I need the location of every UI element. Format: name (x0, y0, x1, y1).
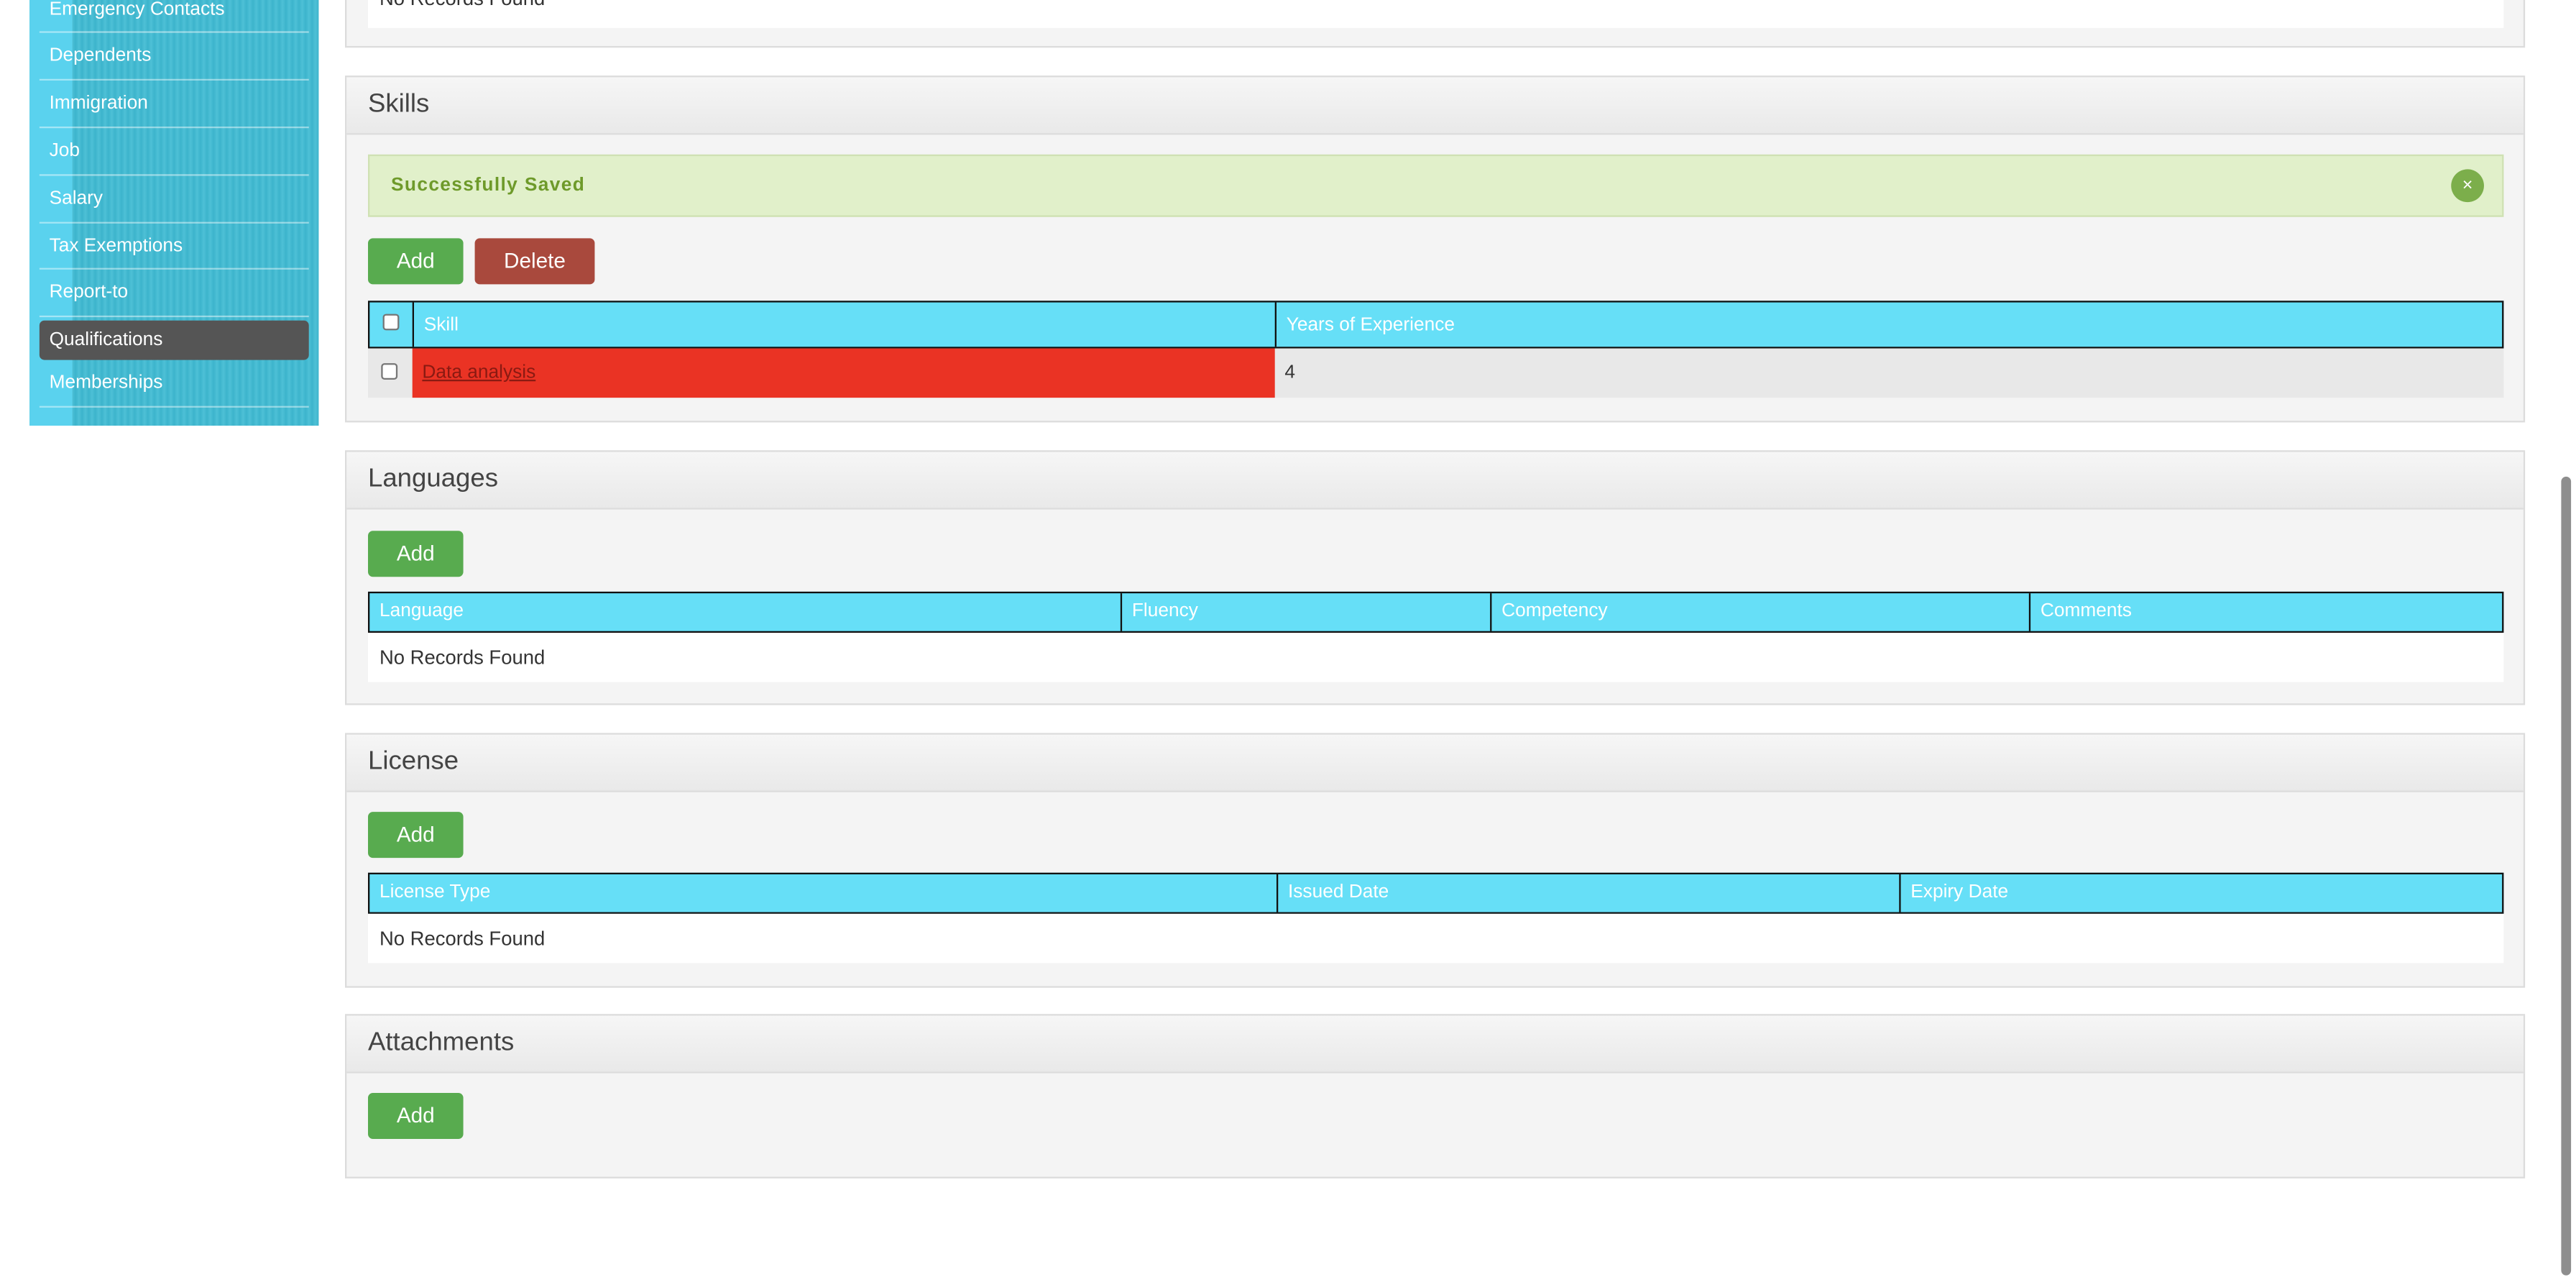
sidebar-item-emergency-contacts[interactable]: Emergency Contacts (39, 0, 309, 33)
attachments-title: Attachments (346, 1015, 2524, 1074)
skills-delete-button[interactable]: Delete (474, 238, 595, 285)
row-checkbox[interactable] (381, 363, 398, 380)
no-records-text: No Records Found (367, 0, 2504, 28)
col-years-of-experience[interactable]: Years of Experience (1276, 303, 2502, 347)
col-fluency[interactable]: Fluency (1122, 593, 1492, 631)
skills-add-button[interactable]: Add (367, 238, 464, 285)
table-row: Data analysis 4 (367, 348, 2504, 398)
success-message: Successfully Saved × (367, 154, 2504, 217)
col-license-type[interactable]: License Type (369, 874, 1279, 912)
select-all-checkbox[interactable] (382, 313, 400, 331)
attachments-add-button[interactable]: Add (367, 1092, 464, 1139)
languages-title: Languages (346, 452, 2524, 510)
license-add-button[interactable]: Add (367, 812, 464, 859)
sidebar-item-tax-exemptions[interactable]: Tax Exemptions (39, 223, 309, 270)
page-scrollbar[interactable] (2561, 476, 2572, 1276)
col-comments[interactable]: Comments (2030, 593, 2502, 631)
languages-add-button[interactable]: Add (367, 531, 464, 577)
license-panel: License Add License Type Issued Date Exp… (344, 733, 2526, 988)
success-message-text: Successfully Saved (390, 175, 586, 196)
sidebar-item-salary[interactable]: Salary (39, 175, 309, 223)
skill-cell: Data analysis (412, 348, 1275, 398)
skills-title: Skills (346, 77, 2524, 135)
sidebar-list: Emergency Contacts Dependents Immigratio… (39, 0, 309, 408)
col-competency[interactable]: Competency (1491, 593, 2031, 631)
col-issued-date[interactable]: Issued Date (1278, 874, 1901, 912)
close-icon[interactable]: × (2451, 169, 2484, 203)
row-checkbox-cell (368, 349, 413, 398)
sidebar-menu: Emergency Contacts Dependents Immigratio… (29, 0, 319, 426)
skills-panel: Skills Successfully Saved × Add Delete S… (344, 75, 2526, 423)
skills-table-header: Skill Years of Experience (367, 301, 2504, 349)
license-table-header: License Type Issued Date Expiry Date (367, 872, 2504, 914)
previous-section-panel: No Records Found (344, 0, 2526, 48)
sidebar-item-memberships[interactable]: Memberships (39, 360, 309, 408)
col-expiry-date[interactable]: Expiry Date (1901, 874, 2503, 912)
languages-table-header: Language Fluency Competency Comments (367, 591, 2504, 633)
sidebar-item-immigration[interactable]: Immigration (39, 81, 309, 128)
license-title: License (346, 734, 2524, 792)
page-root: Emergency Contacts Dependents Immigratio… (0, 0, 2576, 1277)
sidebar-item-job[interactable]: Job (39, 128, 309, 175)
skill-link[interactable]: Data analysis (422, 363, 535, 383)
license-no-records: No Records Found (367, 913, 2504, 964)
select-all-cell (369, 302, 414, 347)
col-language[interactable]: Language (369, 593, 1123, 631)
years-cell: 4 (1284, 363, 1296, 383)
languages-no-records: No Records Found (367, 632, 2504, 682)
sidebar-item-dependents[interactable]: Dependents (39, 33, 309, 81)
sidebar-item-report-to[interactable]: Report-to (39, 270, 309, 318)
attachments-panel: Attachments Add (344, 1014, 2526, 1178)
col-skill[interactable]: Skill (414, 302, 1276, 347)
languages-panel: Languages Add Language Fluency Competenc… (344, 450, 2526, 705)
sidebar-item-qualifications[interactable]: Qualifications (39, 321, 309, 361)
